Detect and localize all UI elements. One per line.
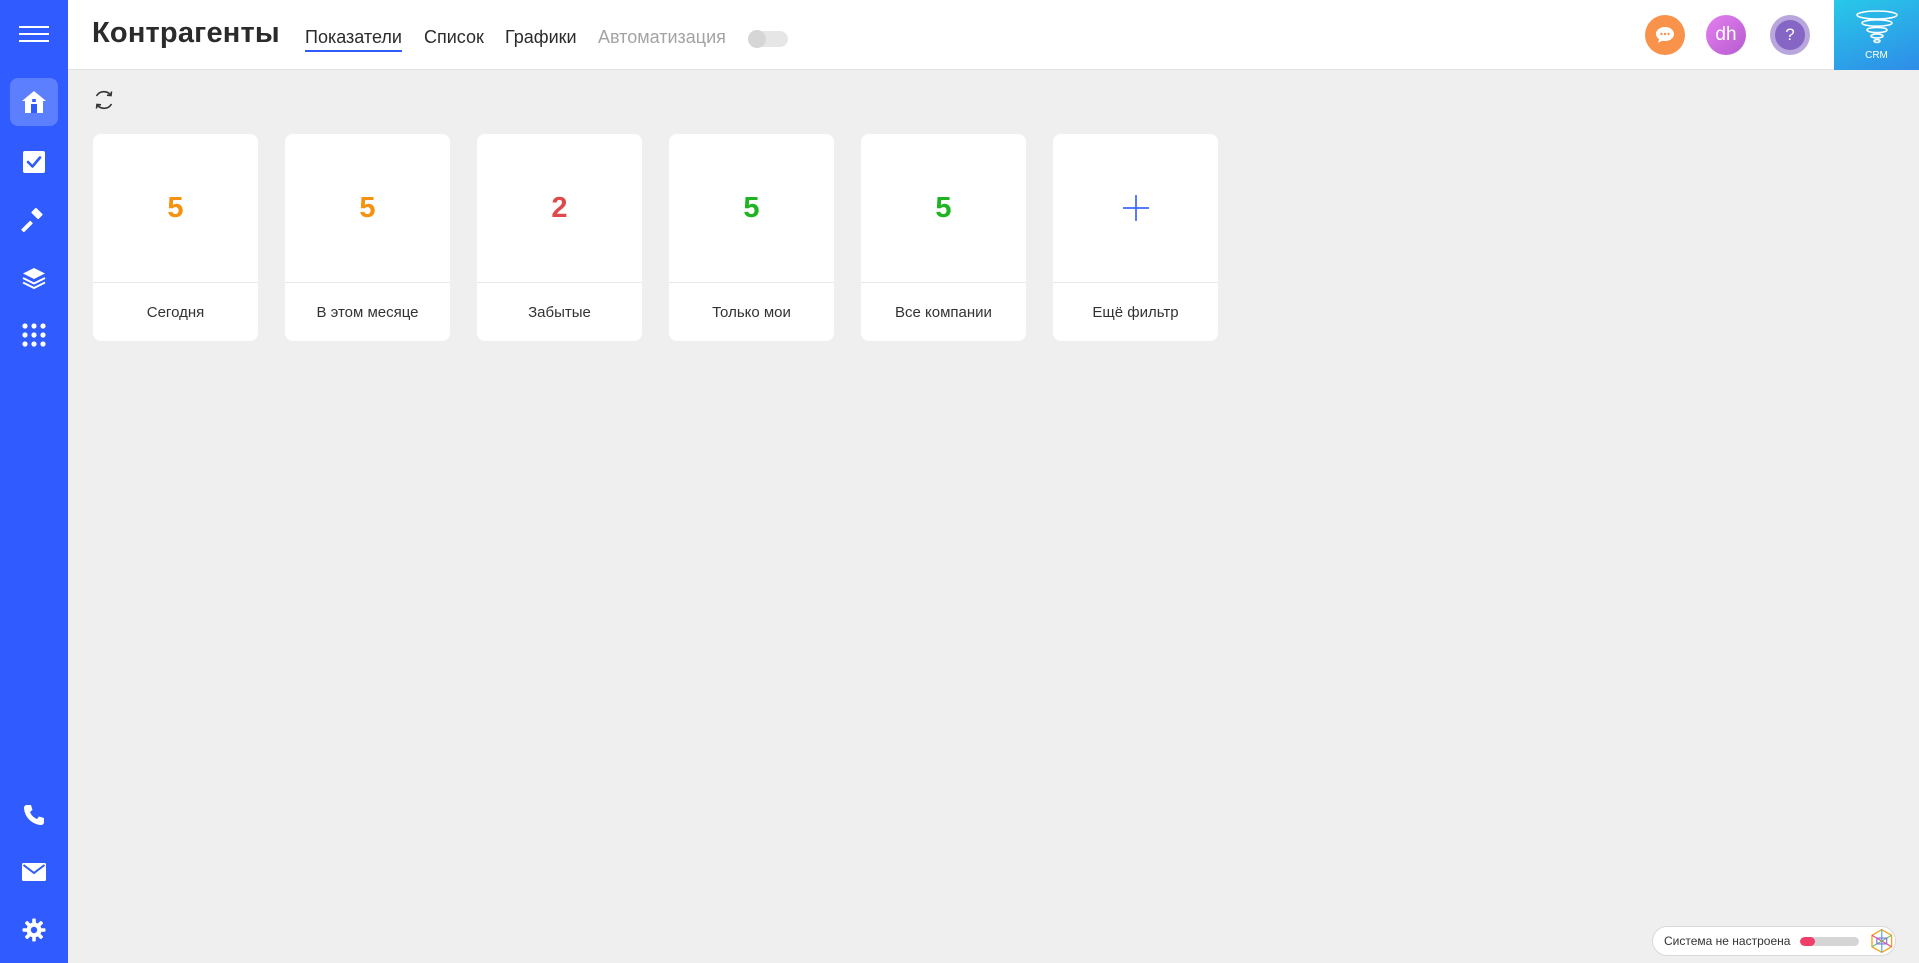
home-icon: [22, 91, 46, 113]
card-label: Все компании: [895, 303, 992, 321]
page-title: Контрагенты: [92, 17, 280, 49]
crm-logo[interactable]: CRM: [1834, 0, 1919, 70]
sidebar-item-home[interactable]: [10, 78, 58, 126]
card-value: 5: [861, 134, 1026, 283]
indicator-cards: 5 Сегодня 5 В этом месяце 2 Забытые 5 То…: [93, 134, 1218, 341]
sidebar-item-mail[interactable]: [10, 848, 58, 896]
tab-charts[interactable]: Графики: [505, 27, 577, 48]
status-progress-bar: [1800, 936, 1860, 946]
card-value: 2: [477, 134, 642, 283]
chat-button[interactable]: [1645, 15, 1685, 55]
card-label: Только мои: [712, 303, 791, 321]
help-icon: ?: [1775, 20, 1805, 50]
settings-gear-icon: [22, 918, 46, 942]
card-label: Забытые: [528, 303, 591, 321]
card-value: 5: [285, 134, 450, 283]
card-value: 5: [93, 134, 258, 283]
apps-grid-icon: [22, 323, 46, 347]
card-add-area: [1053, 134, 1218, 283]
system-status[interactable]: Система не настроена: [1652, 926, 1896, 956]
card-forgotten[interactable]: 2 Забытые: [477, 134, 642, 341]
help-button[interactable]: ?: [1770, 15, 1810, 55]
sidebar-item-layers[interactable]: [10, 254, 58, 302]
card-today[interactable]: 5 Сегодня: [93, 134, 258, 341]
logo-text: CRM: [1865, 49, 1888, 61]
hexagon-logo-icon: [1871, 928, 1893, 954]
automation-toggle[interactable]: [748, 30, 788, 48]
card-label: В этом месяце: [316, 303, 419, 321]
mail-icon: [22, 863, 46, 881]
tab-automation[interactable]: Автоматизация: [598, 27, 726, 48]
menu-button[interactable]: [10, 10, 58, 58]
tab-list[interactable]: Список: [424, 27, 484, 48]
sidebar-item-apps[interactable]: [10, 311, 58, 359]
phone-icon: [24, 805, 44, 825]
card-this-month[interactable]: 5 В этом месяце: [285, 134, 450, 341]
tab-indicators[interactable]: Показатели: [305, 27, 402, 52]
status-text: Система не настроена: [1664, 934, 1791, 948]
refresh-icon: [95, 90, 113, 110]
toggle-knob: [748, 30, 766, 48]
refresh-button[interactable]: [92, 88, 116, 112]
hammer-icon: [21, 207, 43, 233]
plus-icon: [1122, 195, 1149, 221]
header: Контрагенты Показатели Список Графики Ав…: [68, 0, 1919, 70]
layers-icon: [22, 268, 46, 290]
sidebar-item-phone[interactable]: [10, 791, 58, 839]
status-progress-fill: [1800, 936, 1816, 946]
card-label: Сегодня: [146, 303, 205, 321]
card-value: 5: [669, 134, 834, 283]
card-only-mine[interactable]: 5 Только мои: [669, 134, 834, 341]
card-label: Ещё фильтр: [1092, 303, 1179, 321]
sidebar-item-tools[interactable]: [10, 196, 58, 244]
card-all-companies[interactable]: 5 Все компании: [861, 134, 1026, 341]
sidebar: [0, 0, 68, 963]
tasks-check-icon: [23, 151, 45, 173]
card-add-filter[interactable]: Ещё фильтр: [1053, 134, 1218, 341]
sidebar-item-tasks[interactable]: [10, 138, 58, 186]
tornado-logo-icon: [1855, 9, 1898, 43]
chat-bubble-icon: [1656, 27, 1674, 43]
avatar[interactable]: dh: [1706, 15, 1746, 55]
menu-icon: [19, 26, 49, 42]
sidebar-item-settings[interactable]: [10, 906, 58, 954]
